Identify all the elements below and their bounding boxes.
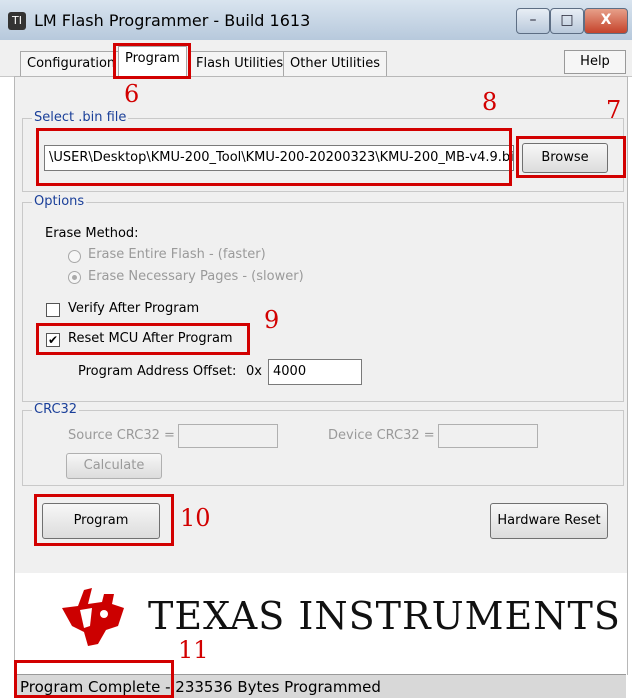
annotation-label-6: 6 [124, 80, 140, 108]
ti-app-icon: TI [8, 12, 26, 30]
device-crc-field [438, 424, 538, 448]
annotation-box-reset [36, 323, 250, 355]
options-legend: Options [32, 194, 87, 209]
close-button[interactable]: X [584, 8, 628, 34]
tab-configuration[interactable]: Configuration [20, 51, 123, 76]
tab-flash-utilities[interactable]: Flash Utilities [189, 51, 291, 76]
maximize-button[interactable]: □ [550, 8, 584, 34]
minimize-button[interactable]: – [516, 8, 550, 34]
source-crc-field [178, 424, 278, 448]
title-bar: TI LM Flash Programmer - Build 1613 – □ … [0, 0, 632, 41]
annotation-box-status [14, 660, 174, 698]
annotation-box-tab [113, 43, 191, 79]
ti-logo-icon [62, 588, 124, 646]
annotation-label-9: 9 [264, 306, 280, 334]
annotation-label-8: 8 [482, 88, 498, 116]
help-button[interactable]: Help [564, 50, 626, 74]
erase-pages-label: Erase Necessary Pages - (slower) [88, 269, 304, 284]
erase-pages-radio[interactable] [68, 271, 81, 284]
annotation-box-path [36, 128, 512, 186]
erase-method-label: Erase Method: [45, 226, 139, 241]
annotation-label-7: 7 [606, 96, 622, 124]
erase-entire-label: Erase Entire Flash - (faster) [88, 247, 266, 262]
verify-label: Verify After Program [68, 301, 200, 316]
offset-input[interactable]: 4000 [268, 359, 362, 385]
annotation-box-program [34, 494, 174, 546]
tab-other-utilities[interactable]: Other Utilities [283, 51, 387, 76]
annotation-label-10: 10 [180, 504, 211, 532]
ti-logo-text: TEXAS INSTRUMENTS [148, 594, 621, 638]
source-crc-label: Source CRC32 = [68, 428, 175, 443]
calculate-button[interactable]: Calculate [66, 453, 162, 479]
erase-entire-radio[interactable] [68, 250, 81, 263]
device-crc-label: Device CRC32 = [328, 428, 435, 443]
annotation-label-11: 11 [178, 636, 209, 664]
hardware-reset-button[interactable]: Hardware Reset [490, 503, 608, 539]
verify-checkbox[interactable] [46, 303, 60, 317]
annotation-box-browse [516, 136, 626, 178]
offset-label: Program Address Offset: [78, 364, 237, 379]
crc32-legend: CRC32 [32, 402, 80, 417]
window-title: LM Flash Programmer - Build 1613 [34, 11, 311, 30]
offset-prefix: 0x [246, 364, 262, 379]
select-bin-legend: Select .bin file [32, 110, 129, 125]
